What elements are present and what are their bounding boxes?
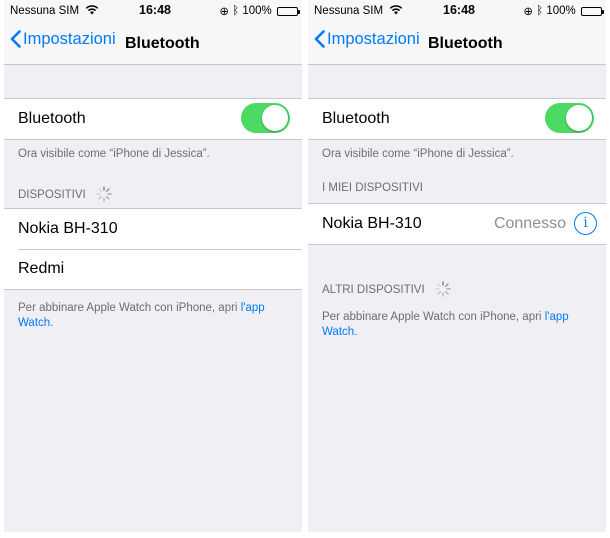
bluetooth-row: Bluetooth xyxy=(308,99,606,139)
battery-percentage: 100% xyxy=(242,5,272,17)
bluetooth-group: Bluetooth xyxy=(308,98,606,140)
bluetooth-label: Bluetooth xyxy=(322,110,390,127)
lock-rotation-icon: ⊕ xyxy=(523,6,534,18)
left-screen: Nessuna SIM 16:48 ⊕ ᛒ 100% Impostazioni … xyxy=(4,0,302,532)
device-name: Nokia BH-310 xyxy=(322,215,422,232)
my-devices-header: I MIEI DISPOSITIVI xyxy=(322,182,423,194)
page-title: Bluetooth xyxy=(428,35,503,52)
lock-rotation-icon: ⊕ xyxy=(219,6,230,18)
wifi-icon xyxy=(85,5,99,15)
bluetooth-toggle[interactable] xyxy=(241,103,290,133)
visibility-note: Ora visibile come “iPhone di Jessica”. xyxy=(18,148,210,160)
bluetooth-toggle[interactable] xyxy=(545,103,594,133)
page-title: Bluetooth xyxy=(125,35,200,52)
info-icon[interactable]: i xyxy=(574,212,597,235)
back-label: Impostazioni xyxy=(23,30,116,48)
carrier-label: Nessuna SIM xyxy=(314,5,384,17)
device-row-redmi[interactable]: Redmi xyxy=(4,249,302,289)
clock: 16:48 xyxy=(443,3,475,17)
device-name: Redmi xyxy=(18,260,65,277)
bluetooth-icon: ᛒ xyxy=(232,5,240,17)
navigation-bar: Impostazioni Bluetooth xyxy=(308,20,606,65)
right-screen: Nessuna SIM 16:48 ⊕ ᛒ 100% Impostazioni … xyxy=(308,0,606,532)
back-button[interactable]: Impostazioni xyxy=(10,30,116,49)
back-button[interactable]: Impostazioni xyxy=(314,30,420,49)
visibility-note: Ora visibile come “iPhone di Jessica”. xyxy=(322,148,514,160)
back-label: Impostazioni xyxy=(327,30,420,48)
device-row-nokia[interactable]: Nokia BH-310 Connesso i xyxy=(308,204,606,244)
chevron-left-icon xyxy=(314,30,325,48)
navigation-bar: Impostazioni Bluetooth xyxy=(4,20,302,65)
carrier-label: Nessuna SIM xyxy=(10,5,80,17)
device-row-nokia[interactable]: Nokia BH-310 xyxy=(4,209,302,249)
device-name: Nokia BH-310 xyxy=(18,220,118,237)
wifi-icon xyxy=(389,5,403,15)
spinner-icon xyxy=(96,186,112,202)
clock: 16:48 xyxy=(139,3,171,17)
status-bar: Nessuna SIM 16:48 ⊕ ᛒ 100% xyxy=(308,0,606,20)
spinner-icon xyxy=(435,281,451,297)
my-devices-list: Nokia BH-310 Connesso i xyxy=(308,203,606,245)
devices-header: DISPOSITIVI xyxy=(18,185,113,203)
battery-percentage: 100% xyxy=(546,5,576,17)
status-bar: Nessuna SIM 16:48 ⊕ ᛒ 100% xyxy=(4,0,302,20)
watch-footer: Per abbinare Apple Watch con iPhone, apr… xyxy=(18,302,265,329)
devices-list: Nokia BH-310 Redmi xyxy=(4,208,302,290)
bluetooth-row: Bluetooth xyxy=(4,99,302,139)
bluetooth-icon: ᛒ xyxy=(536,5,544,17)
connection-status: Connesso xyxy=(493,215,566,232)
other-devices-header: ALTRI DISPOSITIVI xyxy=(322,280,452,298)
bluetooth-group: Bluetooth xyxy=(4,98,302,140)
watch-footer: Per abbinare Apple Watch con iPhone, apr… xyxy=(322,311,569,338)
battery-icon xyxy=(277,6,300,16)
bluetooth-label: Bluetooth xyxy=(18,110,86,127)
battery-icon xyxy=(581,6,604,16)
chevron-left-icon xyxy=(10,30,21,48)
